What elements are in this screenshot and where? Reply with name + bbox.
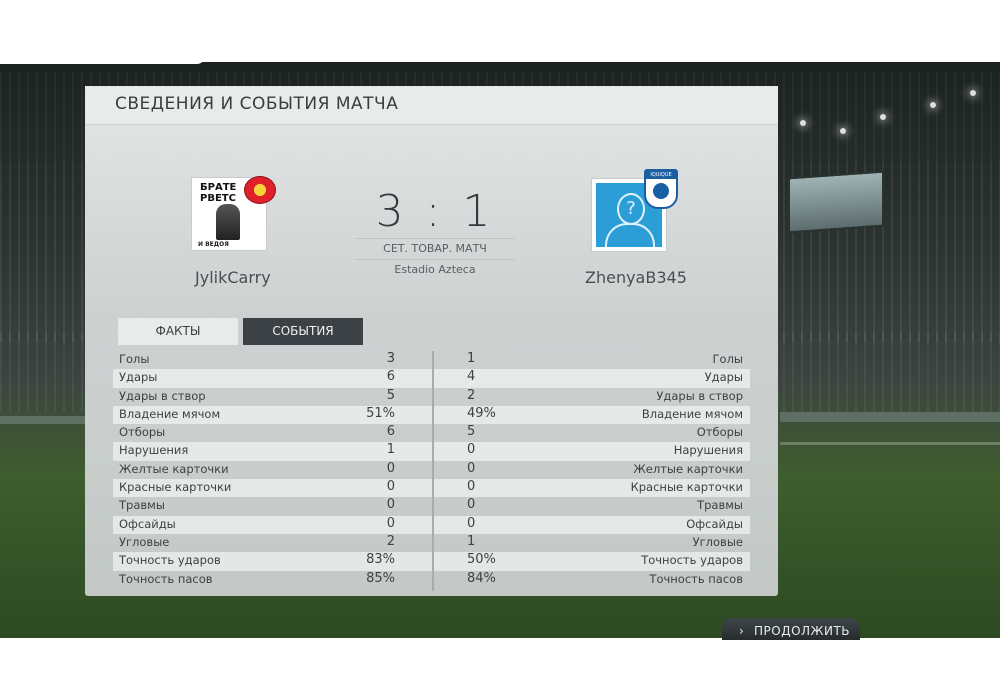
away-stat-label: Голы	[712, 352, 743, 366]
home-stat-label: Голы	[119, 352, 150, 366]
away-stat-label: Желтые карточки	[633, 461, 743, 476]
away-stat-value: 49%	[467, 405, 496, 421]
home-stat-value: 0	[386, 479, 395, 495]
stadium-light	[840, 128, 846, 134]
home-crest-bottom-text: И ВЕДОЯ	[198, 241, 229, 248]
stadium-light	[930, 102, 936, 108]
away-stat-value: 0	[467, 497, 476, 513]
home-team-name: JylikCarry	[195, 268, 271, 287]
home-stat-label: Отборы	[119, 425, 166, 440]
away-stat-value: 4	[467, 369, 476, 385]
away-stat-label: Офсайды	[686, 516, 743, 531]
home-stat-label: Угловые	[119, 534, 170, 549]
home-stat-label: Офсайды	[119, 516, 176, 531]
home-stat-value: 1	[386, 442, 395, 458]
away-stat-label: Угловые	[692, 534, 743, 549]
stadium-light	[880, 114, 886, 120]
home-stat-value: 83%	[366, 552, 395, 568]
away-stat-label: Травмы	[697, 498, 743, 513]
home-stat-label: Красные карточки	[119, 480, 232, 495]
home-stat-value: 85%	[366, 570, 395, 586]
stadium-jumbotron	[788, 170, 884, 234]
away-stat-value: 1	[467, 533, 476, 549]
away-stat-label: Точность ударов	[641, 553, 743, 568]
home-stat-value: 6	[386, 369, 395, 385]
away-stat-value: 0	[467, 442, 476, 458]
home-stat-label: Травмы	[119, 498, 165, 513]
home-stat-value: 2	[386, 533, 395, 549]
home-stat-value: 0	[386, 515, 395, 531]
home-stat-label: Владение мячом	[119, 406, 221, 421]
home-stat-value: 0	[386, 460, 395, 476]
home-stat-value: 6	[386, 424, 395, 440]
top-notch	[0, 56, 205, 64]
continue-label: ПРОДОЛЖИТЬ	[754, 624, 851, 638]
match-score: 3 : 1	[375, 186, 495, 237]
stadium-light	[970, 90, 976, 96]
home-stat-label: Точность пасов	[119, 571, 213, 586]
away-stat-label: Нарушения	[673, 443, 743, 458]
away-stat-value: 0	[467, 460, 476, 476]
away-stat-value: 84%	[467, 570, 496, 586]
home-stat-label: Желтые карточки	[119, 461, 229, 476]
home-stat-value: 5	[386, 387, 395, 403]
iquique-shield-icon: IQUIQUE	[644, 169, 678, 209]
pitch-adboard	[780, 412, 1000, 422]
home-stat-value: 51%	[366, 405, 395, 421]
away-stat-value: 0	[467, 479, 476, 495]
away-stat-value: 1	[467, 351, 476, 366]
home-stat-label: Удары	[119, 370, 158, 385]
away-crest-text: IQUIQUE	[646, 171, 676, 179]
away-stat-label: Удары	[704, 370, 743, 385]
away-team-name: ZhenyaB345	[585, 268, 687, 287]
bayer-badge-icon	[244, 176, 276, 204]
pitch-adboard	[0, 416, 88, 424]
home-club-crest: БРАТЕ РВЕТС И ВЕДОЯ	[191, 176, 276, 251]
match-type: СЕТ. ТОВАР. МАТЧ	[355, 238, 515, 260]
away-stat-value: 0	[467, 515, 476, 531]
panel-header: СВЕДЕНИЯ И СОБЫТИЯ МАТЧА	[85, 86, 778, 125]
chevron-right-icon: ›	[739, 624, 745, 638]
away-stat-label: Точность пасов	[649, 571, 743, 586]
away-club-crest: ? IQUIQUE	[591, 169, 678, 252]
home-stat-value: 0	[386, 497, 395, 513]
stadium-light	[800, 120, 806, 126]
person-figure-icon	[216, 204, 240, 240]
tab-events[interactable]: СОБЫТИЯ	[243, 318, 363, 345]
away-stat-value: 5	[467, 424, 476, 440]
away-stat-label: Владение мячом	[641, 406, 743, 421]
pitch-line	[780, 442, 1000, 445]
home-crest-text: БРАТЕ РВЕТС	[200, 182, 237, 204]
away-stat-label: Красные карточки	[630, 480, 743, 495]
shoulders-shape	[605, 223, 655, 247]
continue-button[interactable]: › ПРОДОЛЖИТЬ	[722, 618, 860, 640]
page-title: СВЕДЕНИЯ И СОБЫТИЯ МАТЧА	[115, 94, 399, 114]
home-stat-value: 3	[386, 351, 395, 366]
away-stat-value: 50%	[467, 552, 496, 568]
away-stat-value: 2	[467, 387, 476, 403]
shield-emblem	[653, 183, 669, 199]
home-stat-label: Нарушения	[119, 443, 189, 458]
home-stat-label: Точность ударов	[119, 553, 221, 568]
tab-facts[interactable]: ФАКТЫ	[118, 318, 238, 345]
away-stat-label: Удары в створ	[656, 388, 743, 403]
stats-divider	[432, 351, 434, 591]
stadium-name: Estadio Azteca	[394, 263, 476, 276]
question-mark-icon: ?	[617, 193, 645, 225]
away-stat-label: Отборы	[696, 425, 743, 440]
home-stat-label: Удары в створ	[119, 388, 206, 403]
